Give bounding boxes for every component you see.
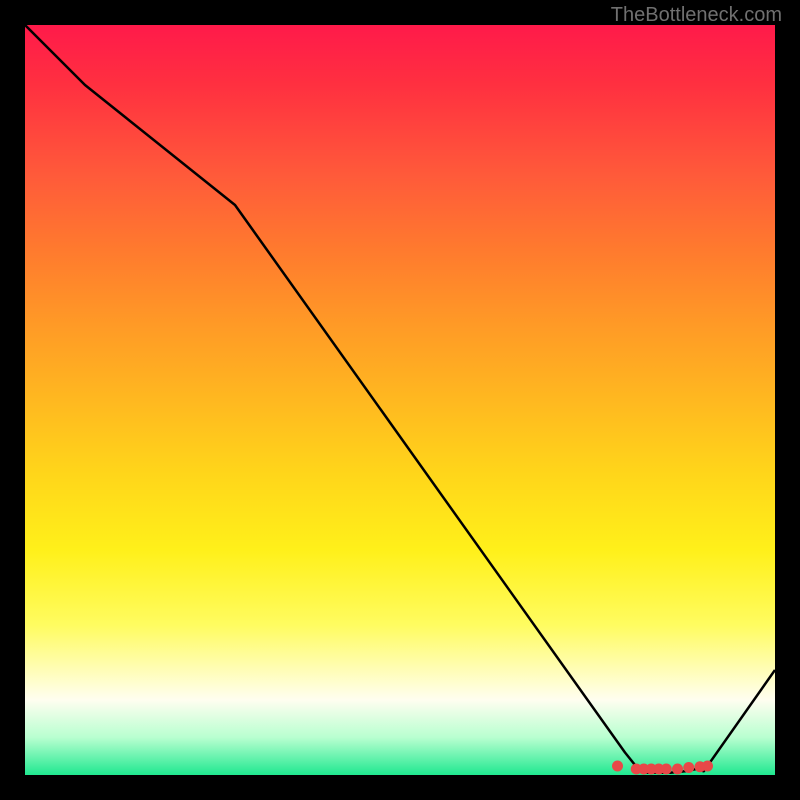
plot-area bbox=[25, 25, 775, 775]
data-marker bbox=[661, 764, 672, 775]
data-marker bbox=[702, 761, 713, 772]
watermark-text: TheBottleneck.com bbox=[611, 4, 782, 27]
data-markers bbox=[612, 761, 713, 775]
data-curve bbox=[25, 25, 775, 773]
chart-svg bbox=[25, 25, 775, 775]
data-marker bbox=[683, 762, 694, 773]
data-marker bbox=[612, 761, 623, 772]
data-marker bbox=[672, 764, 683, 775]
